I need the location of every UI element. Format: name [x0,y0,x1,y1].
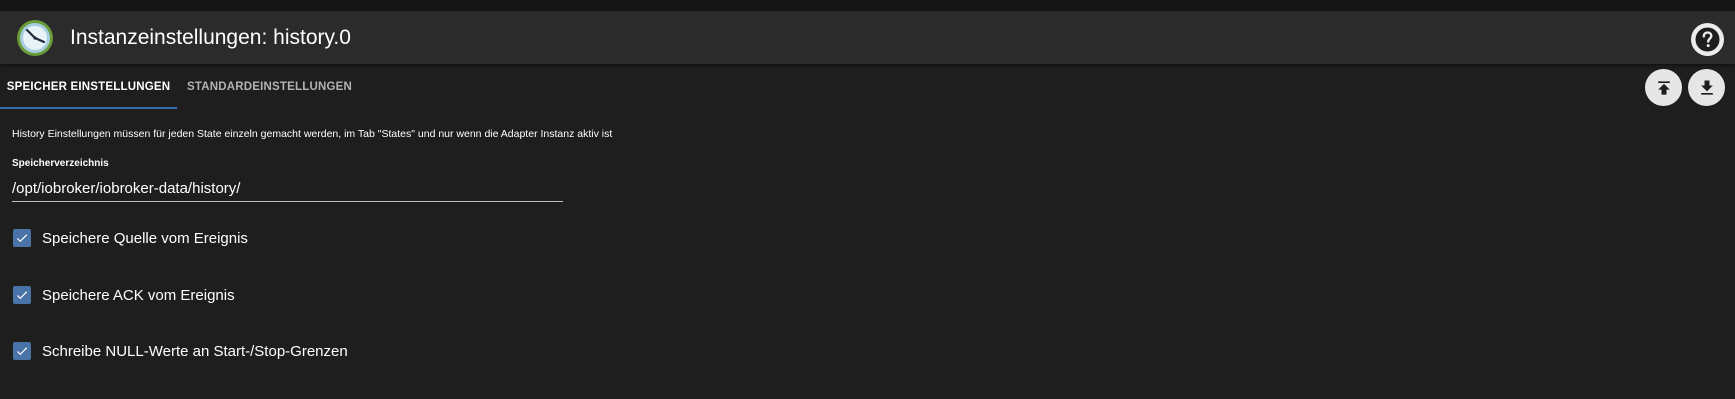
checkbox-label: Speichere Quelle vom Ereignis [42,229,248,247]
tab-default-settings[interactable]: STANDARDEINSTELLUNGEN [187,64,367,109]
tab-label: STANDARDEINSTELLUNGEN [187,80,352,93]
checkbox-checked[interactable] [13,229,31,247]
storage-dir-label: Speicherverzeichnis [12,158,109,169]
checkbox-label: Speichere ACK vom Ereignis [42,286,235,304]
upload-settings-button[interactable] [1645,69,1682,106]
upload-icon [1657,80,1670,95]
download-icon [1700,80,1713,95]
tab-storage-settings[interactable]: SPEICHER EINSTELLUNGEN [0,64,177,109]
download-settings-button[interactable] [1688,69,1725,106]
checkbox-checked[interactable] [13,342,31,360]
check-icon [16,234,28,243]
tab-label: SPEICHER EINSTELLUNGEN [6,80,171,93]
checkbox-save-ack[interactable]: Speichere ACK vom Ereignis [12,283,235,307]
checkbox-write-null[interactable]: Schreibe NULL-Werte an Start-/Stop-Grenz… [12,339,348,363]
top-strip [0,0,1735,11]
checkbox-label: Schreibe NULL-Werte an Start-/Stop-Grenz… [42,342,348,360]
info-text: History Einstellungen müssen für jeden S… [12,128,613,140]
app-header: Instanzeinstellungen: history.0 [0,11,1735,64]
help-icon [1695,27,1720,52]
help-button[interactable] [1691,23,1724,56]
check-icon [16,347,28,356]
storage-dir-input[interactable] [12,175,563,202]
history-adapter-logo [17,20,53,56]
active-tab-indicator [0,107,177,109]
checkbox-checked[interactable] [13,286,31,304]
checkbox-save-source[interactable]: Speichere Quelle vom Ereignis [12,226,248,250]
page-title: Instanzeinstellungen: history.0 [70,26,351,49]
check-icon [16,291,28,300]
